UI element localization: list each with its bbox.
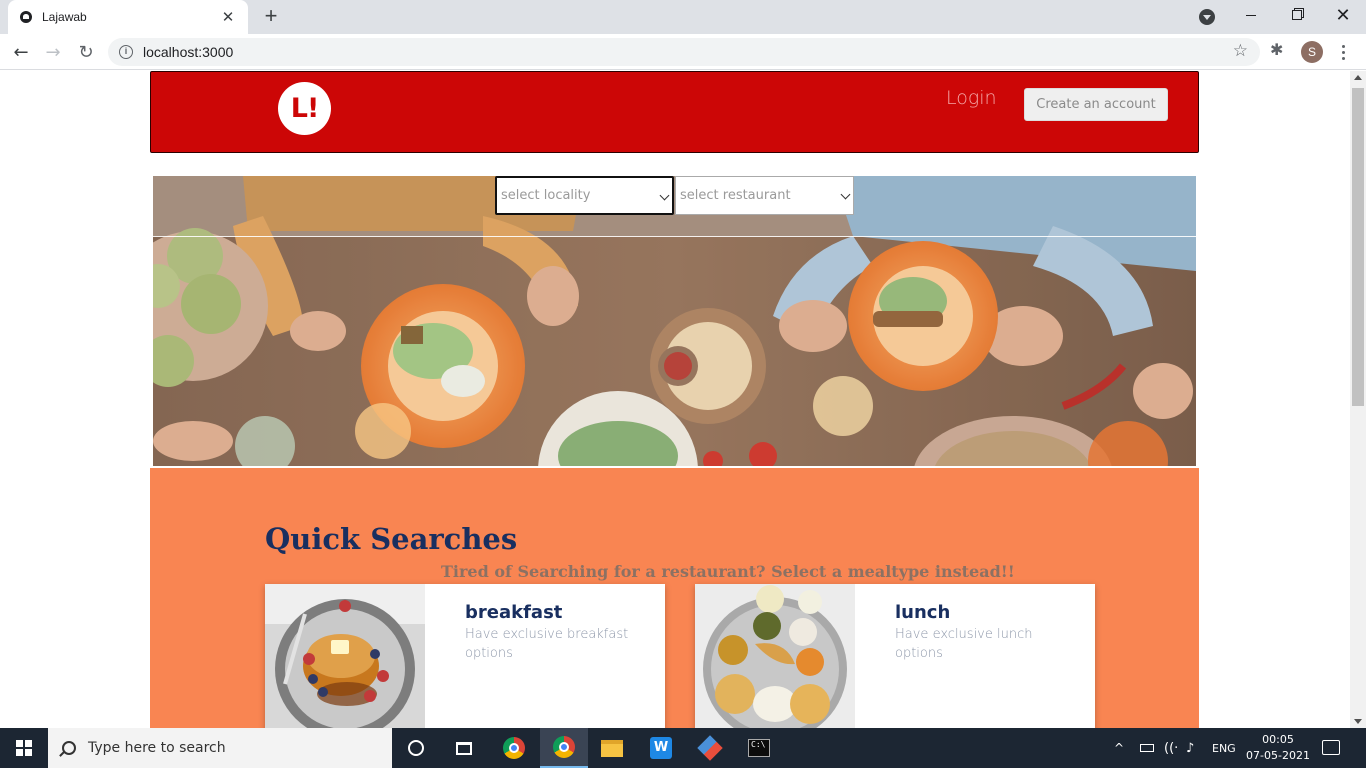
site-favicon-icon	[20, 11, 32, 23]
chrome-profile-icon	[553, 736, 575, 758]
window-restore-button[interactable]	[1274, 0, 1320, 30]
hero-banner-image	[153, 176, 1196, 466]
chevron-down-icon	[659, 190, 670, 201]
browser-menu-icon[interactable]	[1336, 41, 1350, 63]
wps-office-icon: W	[650, 737, 672, 759]
volume-icon[interactable]: ♪	[1186, 728, 1204, 768]
tab-title: Lajawab	[42, 10, 87, 24]
windows-taskbar: Type here to search W C:\ ^ ((· ♪ ENG 00…	[0, 728, 1366, 768]
language-indicator[interactable]: ENG	[1212, 728, 1238, 768]
scrollbar-thumb[interactable]	[1352, 88, 1364, 406]
git-icon	[697, 735, 723, 761]
thali-illustration	[695, 584, 855, 728]
mealtype-card-title: breakfast	[465, 602, 563, 623]
create-account-button[interactable]: Create an account	[1024, 88, 1168, 121]
forward-arrow-icon[interactable]: →	[40, 39, 66, 65]
windows-logo-icon	[16, 740, 32, 756]
taskbar-clock[interactable]: 00:05 07-05-2021	[1243, 732, 1313, 764]
site-info-icon[interactable]: i	[119, 45, 133, 59]
chrome-icon	[503, 737, 525, 759]
restaurant-select[interactable]: select restaurant	[675, 176, 854, 215]
login-link[interactable]: Login	[946, 87, 997, 109]
locality-select-value: select locality	[501, 188, 591, 203]
browser-tabstrip: Lajawab ✕ + ✕	[0, 0, 1366, 34]
clock-time: 00:05	[1262, 733, 1294, 746]
wifi-icon[interactable]: ((·	[1164, 728, 1180, 768]
taskbar-chrome[interactable]	[490, 728, 538, 768]
taskbar-chrome-profile[interactable]	[540, 728, 588, 768]
taskbar-search[interactable]: Type here to search	[48, 728, 392, 768]
reload-icon[interactable]: ↻	[73, 39, 99, 65]
restaurant-select-value: select restaurant	[680, 188, 791, 203]
tab-search-icon[interactable]	[1199, 9, 1215, 25]
terminal-icon: C:\	[748, 739, 770, 757]
taskbar-search-placeholder: Type here to search	[88, 740, 226, 756]
page-scrollbar[interactable]	[1350, 71, 1366, 728]
taskbar-wps[interactable]: W	[637, 728, 685, 768]
site-header: L! Login Create an account	[150, 71, 1199, 153]
folder-icon	[601, 739, 623, 757]
mealtype-card-description: Have exclusive breakfast options	[465, 627, 629, 661]
search-icon	[62, 741, 76, 755]
browser-toolbar: ← → ↻ i localhost:3000 ☆	[0, 34, 1366, 70]
task-view-icon	[456, 741, 472, 755]
clock-date: 07-05-2021	[1246, 749, 1310, 762]
window-minimize-button[interactable]	[1228, 0, 1274, 30]
page-viewport: L! Login Create an account select locali…	[0, 71, 1350, 728]
address-url[interactable]: localhost:3000	[143, 44, 233, 60]
quick-searches-title: Quick Searches	[265, 522, 518, 556]
breakfast-image	[265, 584, 425, 728]
start-button[interactable]	[0, 728, 48, 768]
mealtype-card-breakfast[interactable]: breakfast Have exclusive breakfast optio…	[265, 584, 665, 728]
taskbar-terminal[interactable]: C:\	[735, 728, 783, 768]
brand-logo[interactable]: L!	[278, 82, 331, 135]
back-arrow-icon[interactable]: ←	[8, 39, 34, 65]
new-tab-button[interactable]: +	[258, 4, 284, 30]
extensions-puzzle-icon[interactable]: ✱	[1270, 40, 1290, 64]
address-bar[interactable]: i localhost:3000 ☆	[108, 38, 1260, 66]
quick-searches-section: Quick Searches Tired of Searching for a …	[150, 468, 1199, 728]
pancake-plate-illustration	[265, 584, 425, 728]
locality-select[interactable]: select locality	[495, 176, 674, 215]
dining-table-illustration	[153, 176, 1196, 466]
chevron-down-icon	[840, 189, 851, 200]
browser-tab[interactable]: Lajawab ✕	[8, 0, 248, 34]
scroll-down-icon[interactable]	[1354, 719, 1362, 724]
task-view-button[interactable]	[440, 728, 488, 768]
tab-close-icon[interactable]: ✕	[220, 8, 236, 26]
profile-avatar[interactable]: S	[1301, 41, 1323, 63]
cortana-button[interactable]	[392, 728, 440, 768]
window-close-button[interactable]: ✕	[1320, 0, 1366, 30]
lunch-image	[695, 584, 855, 728]
tray-overflow-icon[interactable]: ^	[1114, 728, 1130, 768]
mealtype-card-title: lunch	[895, 602, 951, 623]
quick-searches-subtitle: Tired of Searching for a restaurant? Sel…	[441, 562, 1015, 581]
mealtype-card-description: Have exclusive lunch options	[895, 627, 1033, 661]
taskbar-git-gui[interactable]	[686, 728, 734, 768]
battery-icon[interactable]	[1140, 728, 1156, 768]
mealtype-card-lunch[interactable]: lunch Have exclusive lunch options	[695, 584, 1095, 728]
cortana-icon	[408, 740, 424, 756]
taskbar-file-explorer[interactable]	[588, 728, 636, 768]
scroll-up-icon[interactable]	[1354, 75, 1362, 80]
notification-center-icon[interactable]	[1322, 740, 1340, 755]
hero-divider-line	[153, 236, 1196, 237]
bookmark-star-icon[interactable]: ☆	[1233, 41, 1248, 61]
